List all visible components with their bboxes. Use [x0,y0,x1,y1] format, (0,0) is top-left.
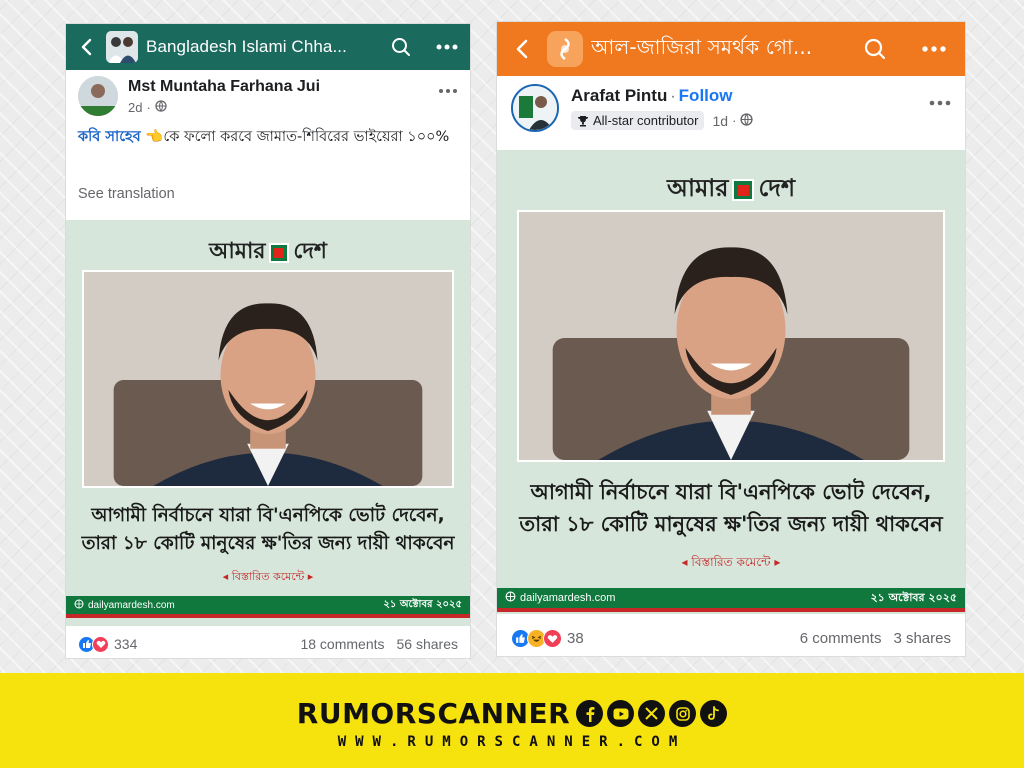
reactions-summary[interactable]: 38 [511,628,584,648]
brand-name: RUMORSCANNER [296,697,571,730]
follow-button[interactable]: Follow [679,86,733,105]
group-name[interactable]: আল-জাজিরা সমর্থক গো... [591,33,847,66]
facebook-icon[interactable] [576,700,604,727]
social-icons [576,700,728,727]
post-text-body: কে ফলো করবে জামাত-শিবিরের ভাইয়েরা ১০০% [163,129,450,145]
youtube-icon[interactable] [607,700,635,727]
news-brand: আমার দেশ [66,234,470,271]
news-brand: আমার দেশ [497,170,965,210]
all-star-badge[interactable]: All-star contributor [571,111,705,130]
news-headline: আগামী নির্বাচনে যারা বি'এনপিকে ভোট দেবেন… [497,476,965,540]
more-options-icon[interactable] [903,46,965,52]
comments-count[interactable]: 6 comments [800,630,882,647]
details-label: ◂ বিস্তারিত কমেন্টে ▸ [681,555,781,569]
post-time[interactable]: 2d [128,100,142,115]
see-translation-link[interactable]: See translation [78,186,175,202]
news-brand-right: দেশ [758,173,796,202]
news-brand-right: দেশ [293,238,327,264]
engagement-bar: 334 18 comments 56 shares [66,632,470,656]
author-avatar[interactable] [511,84,559,132]
left-post-card: Bangladesh Islami Chha... Mst Muntaha Fa… [66,24,470,658]
post-header: Mst Muntaha Farhana Jui 2d · [66,76,470,120]
post-more-icon[interactable] [929,90,951,111]
group-header-bar: আল-জাজিরা সমর্থক গো... [497,22,965,76]
comments-count[interactable]: 18 comments [300,636,384,652]
globe-icon [740,112,754,129]
post-header: Arafat Pintu · Follow All-star contributor… [497,84,965,140]
love-reaction-icon [543,628,562,648]
reaction-count: 38 [567,629,584,647]
tiktok-icon[interactable] [700,700,728,727]
post-text: কবি সাহেব 👈কে ফলো করবে জামাত-শিবিরের ভাই… [78,126,458,148]
rumorscanner-banner: RUMORSCANNER WWW.RUMORSCANNER.COM [0,673,1024,768]
flag-icon [732,179,755,201]
headline-line-1: আগামী নির্বাচনে যারা বি'এনপিকে ভোট দেবেন… [91,505,445,526]
right-post-card: আল-জাজিরা সমর্থক গো... Arafat Pintu · Foll… [497,22,965,656]
news-footer: dailyamardesh.com ২১ অক্টোবর ২০২৫ [497,588,965,608]
reactions-summary[interactable]: 334 [78,635,138,653]
person-photo [517,210,945,462]
group-avatar[interactable] [547,31,583,67]
details-label: ◂ বিস্তারিত কমেন্টে ▸ [222,570,314,583]
author-name[interactable]: Mst Muntaha Farhana Jui [128,78,320,96]
news-card-image[interactable]: আমার দেশ আগামী নির্বাচনে যারা বি'এনপিকে … [497,150,965,614]
more-options-icon[interactable] [424,44,470,50]
author-avatar[interactable] [78,76,118,116]
globe-icon [155,100,167,115]
post-time[interactable]: 1d [712,113,728,129]
search-icon[interactable] [378,37,424,57]
news-card-image[interactable]: আমার দেশ আগামী নির্বাচনে যারা বি'এনপিকে … [66,220,470,626]
web-icon [74,599,84,612]
news-brand-left: আমার [209,238,266,264]
news-date: ২১ অক্টোবর ২০২৫ [383,598,462,610]
x-icon[interactable] [638,700,666,727]
instagram-icon[interactable] [669,700,697,727]
headline-line-1: আগামী নির্বাচনে যারা বি'এনপিকে ভোট দেবেন… [530,480,932,504]
news-brand-left: আমার [666,173,729,202]
engagement-bar: 38 6 comments 3 shares [497,626,965,650]
shares-count[interactable]: 3 shares [893,630,951,647]
group-avatar[interactable] [106,31,138,63]
trophy-icon [577,115,589,127]
headline-line-2: তারা ১৮ কোটি মানুষের ক্ষ'তির জন্য দায়ী … [81,533,455,554]
news-date: ২১ অক্টোবর ২০২৫ [870,590,958,604]
news-footer: dailyamardesh.com ২১ অক্টোবর ২০২৫ [66,596,470,614]
headline-line-2: তারা ১৮ কোটি মানুষের ক্ষ'তির জন্য দায়ী … [519,512,943,536]
badge-label: All-star contributor [593,113,699,128]
author-name[interactable]: Arafat Pintu [571,86,667,105]
news-headline: আগামী নির্বাচনে যারা বি'এনপিকে ভোট দেবেন… [66,502,470,558]
search-icon[interactable] [847,38,903,60]
post-text-highlight[interactable]: কবি সাহেব [78,129,141,145]
pointing-emoji: 👈 [145,129,164,145]
group-name[interactable]: Bangladesh Islami Chha... [146,37,378,57]
group-header-bar: Bangladesh Islami Chha... [66,24,470,70]
love-reaction-icon [92,635,109,653]
shares-count[interactable]: 56 shares [397,636,458,652]
web-icon [505,591,516,605]
flag-icon [269,242,290,263]
news-site: dailyamardesh.com [88,599,175,611]
post-more-icon[interactable] [438,78,458,99]
back-arrow-icon[interactable] [66,38,106,56]
news-site: dailyamardesh.com [520,592,616,604]
reaction-count: 334 [114,636,138,652]
brand-url[interactable]: WWW.RUMORSCANNER.COM [0,734,1024,750]
person-photo [82,270,454,488]
back-arrow-icon[interactable] [497,39,547,59]
